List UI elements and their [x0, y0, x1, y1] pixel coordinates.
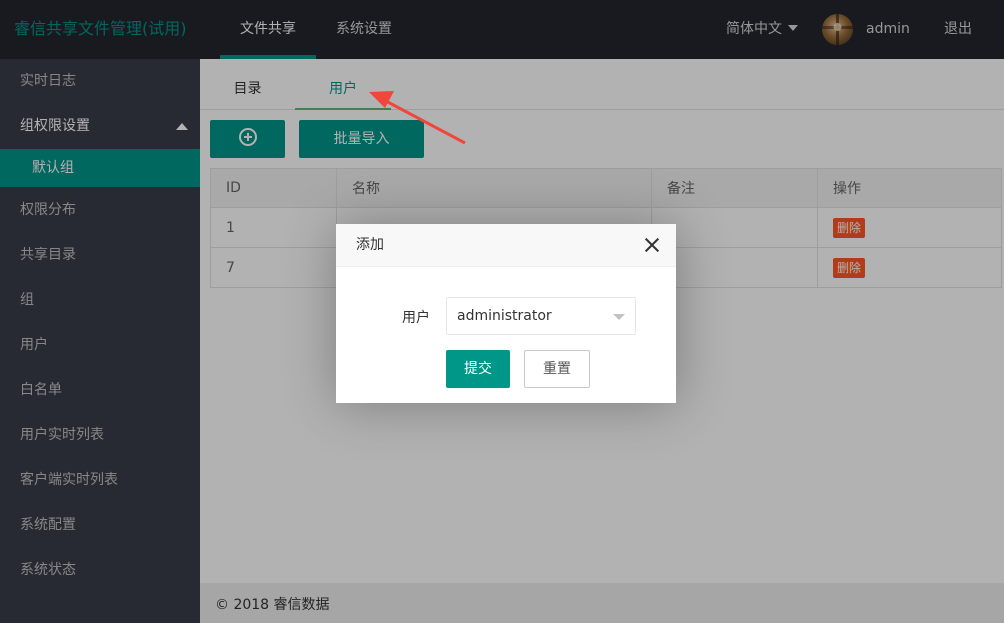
- close-icon[interactable]: [644, 237, 660, 253]
- chevron-down-icon: [613, 314, 625, 320]
- user-select[interactable]: administrator: [446, 297, 636, 335]
- user-field-label: 用户: [402, 310, 430, 326]
- user-select-value: administrator: [457, 308, 552, 324]
- dialog-title: 添加: [336, 224, 676, 267]
- submit-button[interactable]: 提交: [446, 350, 510, 388]
- reset-button[interactable]: 重置: [524, 350, 590, 388]
- add-user-dialog: 添加 用户 administrator 提交 重置: [336, 224, 676, 403]
